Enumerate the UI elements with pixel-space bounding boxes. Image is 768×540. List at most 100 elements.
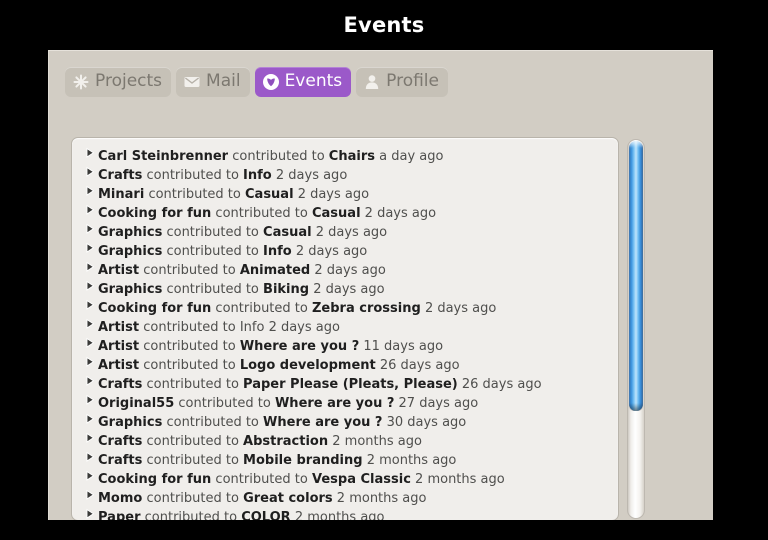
event-row-text: Cooking for fun contributed to Casual 2 … — [98, 206, 436, 221]
tab-profile[interactable]: Profile — [356, 67, 448, 97]
event-row[interactable]: Artist contributed to Animated 2 days ag… — [82, 258, 618, 278]
event-target: Logo development — [239, 358, 376, 373]
event-time: 2 days ago — [275, 168, 348, 183]
events-list: Carl Steinbrenner contributed to Chairs … — [72, 144, 618, 520]
event-row[interactable]: Graphics contributed to Casual 2 days ag… — [82, 220, 618, 240]
event-row[interactable]: Paper contributed to COLOR 2 months ago — [82, 505, 618, 520]
event-time: 2 months ago — [415, 472, 505, 487]
event-row-text: Original55 contributed to Where are you … — [98, 396, 478, 411]
events-scrollbar-thumb[interactable] — [629, 141, 643, 411]
event-row-text: Artist contributed to Info 2 days ago — [98, 320, 340, 335]
event-target: Casual — [311, 206, 361, 221]
event-connector: contributed to — [146, 491, 239, 506]
app-window: Projects Mail Events Profile Carl Steinb… — [48, 50, 714, 521]
triangle-right-icon — [82, 354, 98, 373]
event-row-text: Graphics contributed to Info 2 days ago — [98, 244, 367, 259]
event-row[interactable]: Minari contributed to Casual 2 days ago — [82, 182, 618, 202]
triangle-right-icon — [82, 392, 98, 411]
event-connector: contributed to — [215, 472, 308, 487]
tab-projects-label: Projects — [95, 70, 163, 91]
event-row[interactable]: Carl Steinbrenner contributed to Chairs … — [82, 144, 618, 164]
event-row[interactable]: Graphics contributed to Info 2 days ago — [82, 239, 618, 259]
event-target: Where are you ? — [263, 415, 383, 430]
tab-projects[interactable]: Projects — [65, 67, 172, 97]
event-row[interactable]: Artist contributed to Logo development 2… — [82, 353, 618, 373]
event-target: Great colors — [243, 491, 333, 506]
event-row-text: Artist contributed to Animated 2 days ag… — [98, 263, 386, 278]
event-time: 2 days ago — [315, 225, 388, 240]
event-time: 27 days ago — [398, 396, 479, 411]
event-time: 2 days ago — [314, 263, 386, 278]
triangle-right-icon — [82, 316, 98, 335]
event-connector: contributed to — [148, 187, 241, 202]
events-panel: Carl Steinbrenner contributed to Chairs … — [71, 137, 619, 521]
triangle-right-icon — [82, 183, 98, 202]
event-row-text: Crafts contributed to Paper Please (Plea… — [98, 377, 542, 392]
event-row[interactable]: Crafts contributed to Info 2 days ago — [82, 163, 618, 183]
tab-mail[interactable]: Mail — [176, 67, 250, 97]
snowflake-icon — [72, 73, 90, 91]
triangle-right-icon — [82, 335, 98, 354]
event-time: 2 months ago — [366, 453, 457, 468]
event-actor: Crafts — [98, 453, 143, 468]
event-row-text: Artist contributed to Where are you ? 11… — [98, 339, 443, 354]
triangle-right-icon — [82, 202, 98, 221]
events-scrollbar-track[interactable] — [627, 139, 645, 519]
event-actor: Graphics — [98, 415, 163, 430]
event-row[interactable]: Crafts contributed to Abstraction 2 mont… — [82, 429, 618, 449]
event-connector: contributed to — [143, 263, 236, 278]
event-actor: Artist — [98, 263, 140, 278]
event-connector: contributed to — [146, 168, 239, 183]
event-row[interactable]: Crafts contributed to Paper Please (Plea… — [82, 372, 618, 392]
event-time: 30 days ago — [386, 415, 467, 430]
event-row[interactable]: Momo contributed to Great colors 2 month… — [82, 486, 618, 506]
event-target: Animated — [239, 263, 311, 278]
event-row[interactable]: Cooking for fun contributed to Vespa Cla… — [82, 467, 618, 487]
event-row-text: Cooking for fun contributed to Vespa Cla… — [98, 472, 505, 487]
event-time: 26 days ago — [461, 377, 542, 392]
event-actor: Cooking for fun — [98, 301, 212, 316]
tab-events[interactable]: Events — [254, 67, 352, 97]
event-connector: contributed to — [146, 377, 239, 392]
event-row[interactable]: Cooking for fun contributed to Zebra cro… — [82, 296, 618, 316]
event-connector: contributed to — [166, 225, 259, 240]
event-time: 2 months ago — [332, 434, 422, 449]
event-row[interactable]: Artist contributed to Info 2 days ago — [82, 315, 618, 335]
event-actor: Carl Steinbrenner — [98, 149, 229, 164]
heart-circle-icon — [262, 73, 280, 91]
event-connector: contributed to — [143, 358, 236, 373]
event-row[interactable]: Crafts contributed to Mobile branding 2 … — [82, 448, 618, 468]
event-row-text: Crafts contributed to Info 2 days ago — [98, 168, 347, 183]
triangle-right-icon — [82, 297, 98, 316]
event-connector: contributed to — [166, 282, 259, 297]
triangle-right-icon — [82, 487, 98, 506]
event-row[interactable]: Graphics contributed to Biking 2 days ag… — [82, 277, 618, 297]
triangle-right-icon — [82, 506, 98, 520]
person-icon — [363, 73, 381, 91]
event-row-text: Graphics contributed to Biking 2 days ag… — [98, 282, 385, 297]
event-target: Info — [263, 244, 292, 259]
event-target: Abstraction — [243, 434, 329, 449]
event-row-text: Cooking for fun contributed to Zebra cro… — [98, 301, 496, 316]
event-target: Where are you ? — [239, 339, 360, 354]
event-actor: Crafts — [98, 377, 143, 392]
event-row-text: Momo contributed to Great colors 2 month… — [98, 491, 426, 506]
event-connector: contributed to — [166, 244, 259, 259]
bottom-frame-mask — [0, 520, 768, 540]
event-time: a day ago — [379, 149, 444, 164]
event-row[interactable]: Cooking for fun contributed to Casual 2 … — [82, 201, 618, 221]
event-actor: Artist — [98, 320, 140, 335]
left-frame-mask — [0, 0, 48, 540]
event-target: Zebra crossing — [311, 301, 421, 316]
event-connector: contributed to — [215, 301, 308, 316]
event-row[interactable]: Artist contributed to Where are you ? 11… — [82, 334, 618, 354]
event-row-text: Graphics contributed to Where are you ? … — [98, 415, 466, 430]
event-target: Casual — [263, 225, 312, 240]
event-actor: Graphics — [98, 225, 163, 240]
event-row[interactable]: Graphics contributed to Where are you ? … — [82, 410, 618, 430]
event-connector: contributed to — [143, 339, 236, 354]
tab-bar: Projects Mail Events Profile — [65, 67, 448, 97]
event-connector: contributed to — [178, 396, 271, 411]
event-time: 26 days ago — [379, 358, 460, 373]
event-row[interactable]: Original55 contributed to Where are you … — [82, 391, 618, 411]
